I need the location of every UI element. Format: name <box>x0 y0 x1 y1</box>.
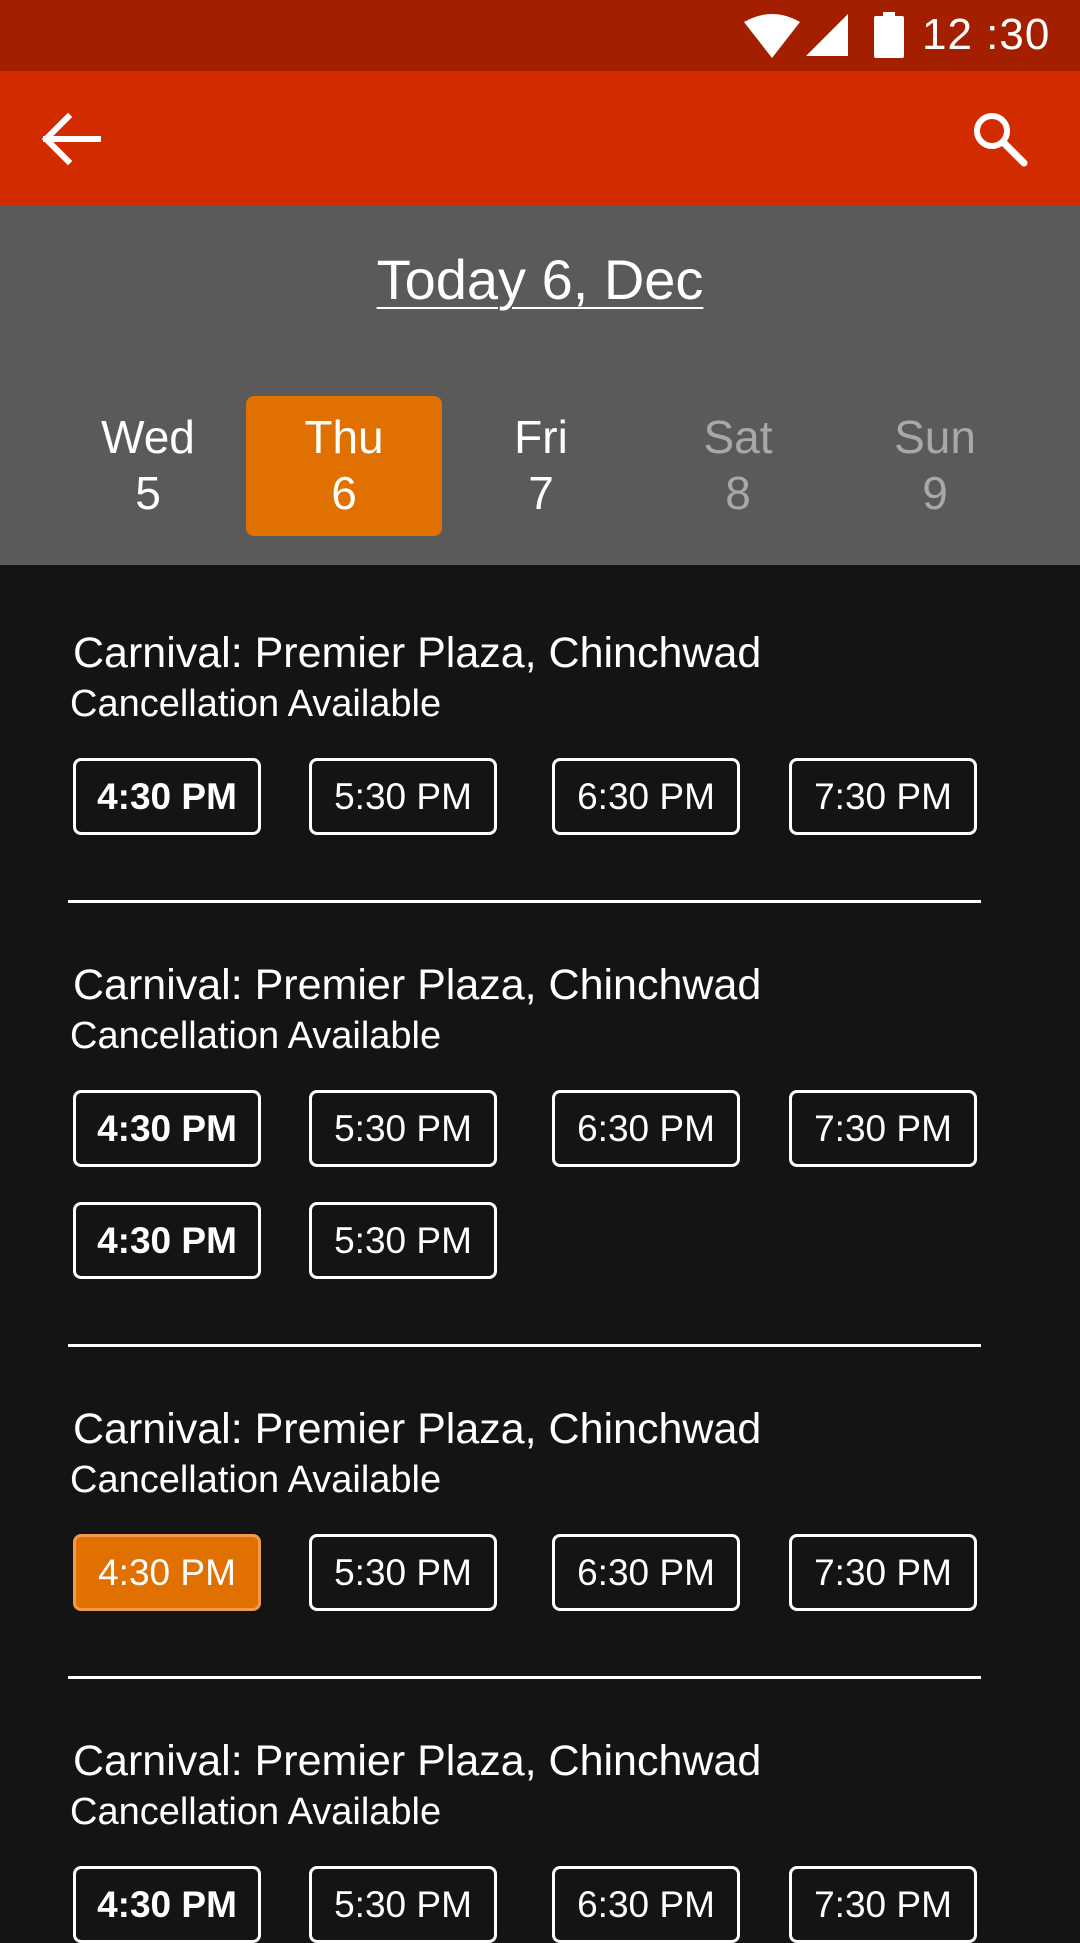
showtime-button[interactable]: 6:30 PM <box>552 1866 740 1943</box>
date-selector: Today 6, Dec Wed 5 Thu 6 Fri 7 Sat 8 Sun 9 <box>0 205 1080 565</box>
search-icon[interactable] <box>970 109 1030 169</box>
showtime-button[interactable]: 7:30 PM <box>789 1866 977 1943</box>
status-bar: 12 :30 <box>0 0 1080 71</box>
status-time: 12 :30 <box>922 10 1051 59</box>
app-bar <box>0 71 1080 205</box>
showtime-button[interactable]: 5:30 PM <box>309 1534 497 1611</box>
venue-title: Carnival: Premier Plaza, Chinchwad <box>73 961 762 1009</box>
showtime-button[interactable]: 6:30 PM <box>552 758 740 835</box>
section-divider <box>68 1676 981 1679</box>
showtime-button[interactable]: 6:30 PM <box>552 1534 740 1611</box>
cancellation-status: Cancellation Available <box>70 683 442 725</box>
showtime-button[interactable]: 4:30 PM <box>73 1534 261 1611</box>
showtime-button[interactable]: 6:30 PM <box>552 1090 740 1167</box>
showtime-button[interactable]: 5:30 PM <box>309 758 497 835</box>
cancellation-status: Cancellation Available <box>70 1459 442 1501</box>
day-number: 6 <box>331 467 357 519</box>
day-chip-wed[interactable]: Wed 5 <box>50 396 246 536</box>
day-number: 8 <box>725 467 751 519</box>
day-name: Wed <box>101 411 195 463</box>
day-number: 5 <box>135 467 161 519</box>
showtime-button[interactable]: 7:30 PM <box>789 1534 977 1611</box>
day-chip-fri[interactable]: Fri 7 <box>443 396 639 536</box>
section-divider <box>68 900 981 903</box>
wifi-icon <box>744 14 800 58</box>
showtime-button[interactable]: 5:30 PM <box>309 1090 497 1167</box>
day-number: 7 <box>528 467 554 519</box>
venue-title: Carnival: Premier Plaza, Chinchwad <box>73 1405 762 1453</box>
showtime-button[interactable]: 7:30 PM <box>789 1090 977 1167</box>
cancellation-status: Cancellation Available <box>70 1791 442 1833</box>
current-date-title[interactable]: Today 6, Dec <box>0 245 1080 315</box>
day-chip-sat: Sat 8 <box>640 396 836 536</box>
showtime-button[interactable]: 7:30 PM <box>789 758 977 835</box>
venue-title: Carnival: Premier Plaza, Chinchwad <box>73 1737 762 1785</box>
showtime-button[interactable]: 5:30 PM <box>309 1866 497 1943</box>
day-name: Thu <box>304 411 384 463</box>
showtime-button[interactable]: 4:30 PM <box>73 1090 261 1167</box>
battery-icon <box>874 12 904 58</box>
day-name: Sun <box>894 411 976 463</box>
day-chip-thu[interactable]: Thu 6 <box>246 396 442 536</box>
day-name: Fri <box>514 411 568 463</box>
showtime-button[interactable]: 4:30 PM <box>73 758 261 835</box>
showtime-button[interactable]: 5:30 PM <box>309 1202 497 1279</box>
showtime-button[interactable]: 4:30 PM <box>73 1202 261 1279</box>
showtime-button[interactable]: 4:30 PM <box>73 1866 261 1943</box>
section-divider <box>68 1344 981 1347</box>
arrow-left-icon[interactable] <box>36 111 108 167</box>
cellular-signal-icon <box>806 14 848 56</box>
day-name: Sat <box>703 411 773 463</box>
cancellation-status: Cancellation Available <box>70 1015 442 1057</box>
day-number: 9 <box>922 467 948 519</box>
day-chip-sun: Sun 9 <box>837 396 1033 536</box>
venue-title: Carnival: Premier Plaza, Chinchwad <box>73 629 762 677</box>
